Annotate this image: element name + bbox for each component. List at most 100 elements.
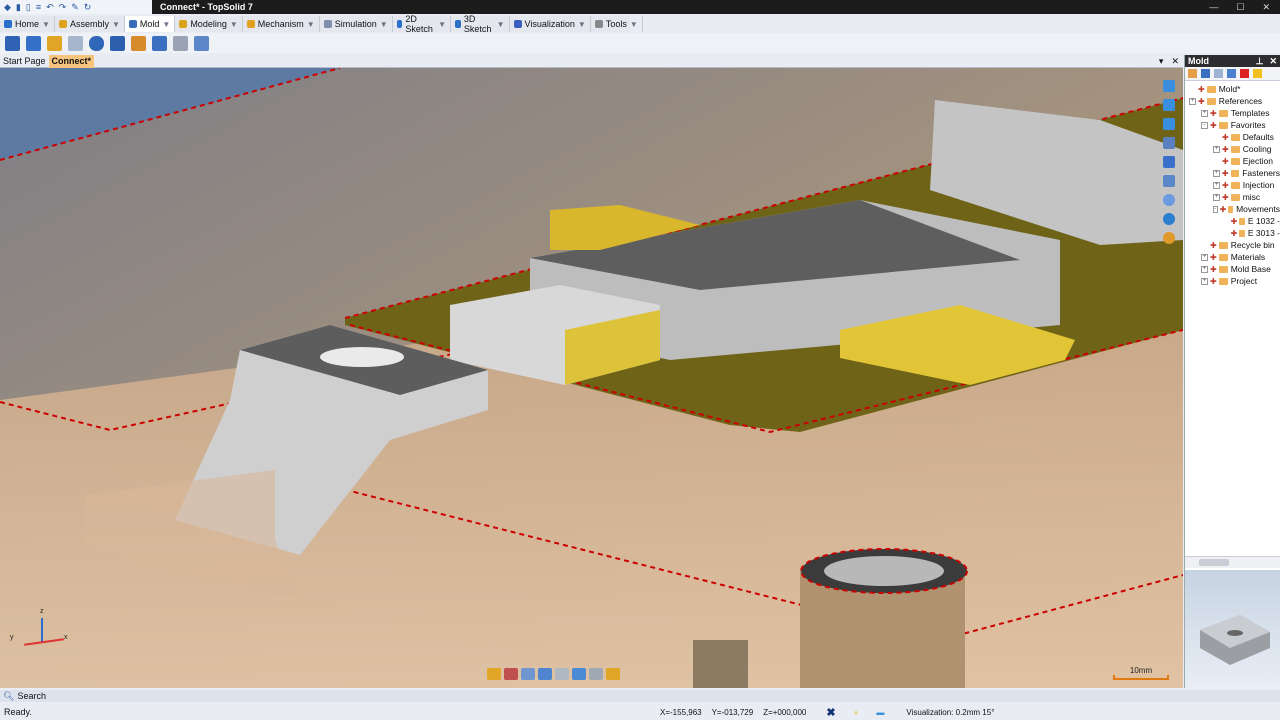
tree-node[interactable]: ✚ Defaults [1185,131,1280,143]
expand-icon[interactable]: + [1213,193,1220,201]
save-all-icon[interactable]: ▯ [26,2,31,13]
close-button[interactable]: ✕ [1262,2,1270,13]
dropdown-icon[interactable]: ▼ [42,20,50,29]
view-cube-icon[interactable] [1163,137,1175,149]
tab-start-page[interactable]: Start Page [0,55,49,68]
app-icon[interactable]: ◆ [4,2,11,13]
rotate-icon[interactable] [1163,99,1175,111]
cooling-icon[interactable] [194,35,209,51]
expand-icon[interactable]: + [1201,265,1208,273]
palette-icon[interactable] [1163,232,1175,244]
expand-icon[interactable]: + [1201,253,1208,261]
shield-icon[interactable] [131,35,146,51]
tree-node[interactable]: + ✚ Materials [1185,251,1280,263]
dropdown-icon[interactable]: ▼ [438,20,446,29]
minimize-button[interactable]: — [1209,2,1218,13]
ejector-icon[interactable] [110,35,125,51]
dropdown-icon[interactable]: ▼ [162,20,170,29]
lifter-icon[interactable] [173,35,188,51]
expand-icon[interactable]: + [1201,109,1208,117]
3d-viewport[interactable]: z y x 10mm [0,68,1183,688]
tree-node[interactable]: + ✚ Fasteners [1185,167,1280,179]
dropdown-icon[interactable]: ▼ [578,20,586,29]
color-icon[interactable] [606,668,620,680]
pencil-icon[interactable]: ✎ [71,2,79,13]
expand-icon[interactable]: + [1213,169,1220,177]
tree-node[interactable]: - ✚ Movements [1185,203,1280,215]
expand-icon[interactable]: + [1213,181,1220,189]
collapse-icon[interactable]: - [1201,121,1208,129]
save-icon[interactable]: ▮ [16,2,21,13]
tree-node[interactable]: ✚ Ejection [1185,155,1280,167]
mold-plate-icon[interactable] [5,35,20,51]
ribbon-tab-visualization[interactable]: Visualization ▼ [510,16,591,32]
expand-icon[interactable]: + [1201,277,1208,285]
light-bulb-icon[interactable]: ● [854,708,859,717]
tree-node[interactable]: + ✚ References [1185,95,1280,107]
tree-node[interactable]: + ✚ misc [1185,191,1280,203]
warning-icon[interactable] [1253,69,1262,78]
shading-icon[interactable] [504,668,518,680]
ribbon-tab-2d-sketch[interactable]: 2D Sketch ▼ [393,14,452,34]
globe-icon[interactable] [1163,213,1175,225]
print-icon[interactable]: ≡ [36,2,41,12]
tree-node[interactable]: ✚ E 1032 - [1185,215,1280,227]
tree-node[interactable]: + ✚ Project [1185,275,1280,287]
redo-icon[interactable]: ↷ [59,2,67,13]
undo-icon[interactable]: ↶ [46,2,54,13]
horizontal-scrollbar[interactable] [1185,556,1280,568]
collapse-icon[interactable]: - [1213,205,1218,213]
ribbon-tab-3d-sketch[interactable]: 3D Sketch ▼ [451,14,510,34]
stack-icon[interactable] [1227,69,1236,78]
expand-icon[interactable]: + [1189,97,1196,105]
tree-node[interactable]: + ✚ Templates [1185,107,1280,119]
ribbon-tab-mechanism[interactable]: Mechanism ▼ [243,16,320,32]
new-icon[interactable] [1201,69,1210,78]
panel-close-icon[interactable]: ✕ [1269,56,1277,67]
light-icon[interactable] [589,668,603,680]
box-icon[interactable] [68,35,83,51]
maximize-button[interactable]: ☐ [1236,2,1244,13]
tab-connect[interactable]: Connect* [48,54,95,68]
core-cavity-icon[interactable] [26,35,41,51]
pan-icon[interactable] [1163,80,1175,92]
zoom-fit-icon[interactable] [1163,175,1175,187]
dash-icon[interactable]: ▬ [876,708,884,717]
search-view-icon[interactable] [1163,194,1175,206]
ribbon-tab-tools[interactable]: Tools ▼ [591,16,643,32]
display-mode-icon[interactable] [487,668,501,680]
layers-icon[interactable] [572,668,586,680]
parting-icon[interactable] [47,35,62,51]
close-doc-icon[interactable]: ✕ [1171,56,1179,67]
dropdown-icon[interactable]: ▼ [112,20,120,29]
flag-icon[interactable] [1240,69,1249,78]
explode-icon[interactable] [538,668,552,680]
ribbon-tab-home[interactable]: Home ▼ [0,16,55,32]
dropdown-icon[interactable]: ▼ [230,20,238,29]
dropdown-icon[interactable]: ▼ [307,20,315,29]
ribbon-tab-assembly[interactable]: Assembly ▼ [55,16,125,32]
copy-icon[interactable] [1214,69,1223,78]
search-label[interactable]: Search [17,691,46,701]
ribbon-tab-simulation[interactable]: Simulation ▼ [320,16,393,32]
expand-icon[interactable]: + [1213,145,1220,153]
refresh-icon[interactable]: ↻ [84,2,92,13]
pin-icon[interactable]: ⊥ [1256,56,1264,67]
section-icon[interactable] [521,668,535,680]
insert-icon[interactable] [89,35,104,51]
tree-view-icon[interactable] [1188,69,1197,78]
snap-icon[interactable]: ✖ [826,706,835,719]
slider-icon[interactable] [152,35,167,51]
frame-icon[interactable] [555,668,569,680]
tab-list-icon[interactable]: ▾ [1159,56,1164,67]
ribbon-tab-mold[interactable]: Mold ▼ [124,16,176,32]
tree-node[interactable]: + ✚ Injection [1185,179,1280,191]
zoom-icon[interactable] [1163,118,1175,130]
tree-node[interactable]: + ✚ Cooling [1185,143,1280,155]
ribbon-tab-modeling[interactable]: Modeling ▼ [175,16,243,32]
tree-node[interactable]: ✚ Mold* [1185,83,1280,95]
dropdown-icon[interactable]: ▼ [497,20,505,29]
dropdown-icon[interactable]: ▼ [380,20,388,29]
tree-node[interactable]: ✚ Recycle bin [1185,239,1280,251]
tree-node[interactable]: ✚ E 3013 - [1185,227,1280,239]
